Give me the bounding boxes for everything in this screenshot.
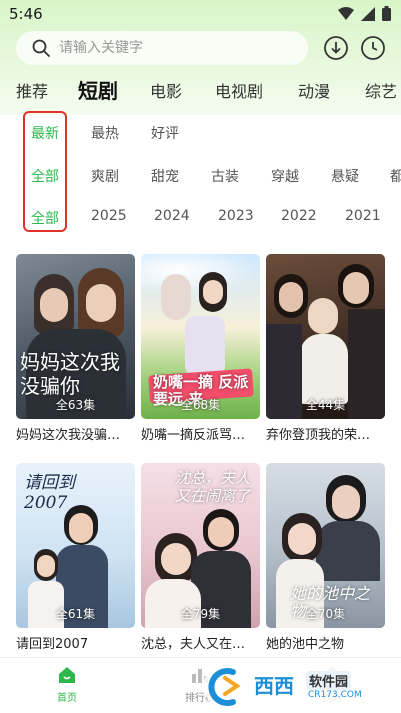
- search-input[interactable]: [59, 40, 289, 56]
- year-chip-2023[interactable]: 2023: [218, 208, 254, 224]
- card-title: 她的池中之物: [266, 637, 345, 652]
- year-chip-all[interactable]: 全部: [31, 208, 59, 228]
- signal-icon: [361, 6, 375, 21]
- search-box[interactable]: [16, 31, 308, 65]
- episode-count: 全61集: [55, 607, 96, 621]
- drama-card[interactable]: 全44集 弃你登顶我的荣…: [266, 254, 385, 443]
- category-tabs: 推荐 短剧 电影 电视剧 动漫 综艺: [0, 72, 401, 108]
- tab-variety[interactable]: 综艺: [365, 78, 397, 102]
- poster-image: 沈总，夫人又在闹离了 全79集: [141, 463, 260, 628]
- site-watermark-logo: [203, 666, 393, 706]
- genre-chip-costume[interactable]: 古装: [211, 166, 239, 186]
- sort-chip-hottest[interactable]: 最热: [91, 123, 119, 143]
- genre-chip-all[interactable]: 全部: [31, 166, 59, 186]
- genre-chip-urban[interactable]: 都: [390, 166, 401, 186]
- poster-image: 奶嘴一摘 反派要远 来 全68集: [141, 254, 260, 419]
- poster-image: 她的池中之物 全70集: [266, 463, 385, 628]
- history-clock-icon[interactable]: [360, 35, 386, 61]
- tab-tv-series[interactable]: 电视剧: [215, 78, 263, 102]
- download-icon[interactable]: [323, 35, 349, 61]
- poster-title-text: 沈总，夫人又在闹离了: [175, 469, 251, 505]
- year-filter-row: 全部 2025 2024 2023 2022 2021: [0, 200, 401, 236]
- watermark-brand: 西西: [254, 674, 294, 698]
- year-chip-2024[interactable]: 2024: [154, 208, 190, 224]
- drama-card[interactable]: 请回到2007 全61集 请回到2007: [16, 463, 135, 652]
- genre-chip-suspense[interactable]: 悬疑: [331, 166, 359, 186]
- drama-card[interactable]: 妈妈这次我没骗你 全63集 妈妈这次我没骗…: [16, 254, 135, 443]
- sort-chip-best-rated[interactable]: 好评: [151, 123, 179, 143]
- drama-card[interactable]: 沈总，夫人又在闹离了 全79集 沈总，夫人又在…: [141, 463, 260, 652]
- wifi-icon: [338, 6, 354, 20]
- tab-short-drama[interactable]: 短剧: [78, 75, 118, 104]
- drama-card[interactable]: 她的池中之物 全70集 她的池中之物: [266, 463, 385, 652]
- poster-title-text: 请回到2007: [24, 473, 75, 513]
- nav-home-label: 首页: [57, 693, 77, 704]
- sort-filter-row: 最新 最热 好评: [0, 115, 401, 151]
- poster-title-text: 妈妈这次我没骗你: [20, 350, 120, 398]
- year-chip-2025[interactable]: 2025: [91, 208, 127, 224]
- watermark-site: CR173.COM: [308, 690, 362, 700]
- genre-filter-row: 全部 爽剧 甜宠 古装 穿越 悬疑 都: [0, 158, 401, 194]
- drama-card[interactable]: 奶嘴一摘 反派要远 来 全68集 奶嘴一摘反派骂…: [141, 254, 260, 443]
- nav-home[interactable]: 首页: [37, 664, 97, 704]
- card-title: 奶嘴一摘反派骂…: [141, 428, 246, 443]
- episode-count: 全70集: [305, 607, 346, 621]
- genre-chip-romance[interactable]: 甜宠: [151, 166, 179, 186]
- tab-anime[interactable]: 动漫: [298, 78, 330, 102]
- episode-count: 全44集: [305, 398, 346, 412]
- watermark-sub: 软件园: [306, 671, 352, 690]
- year-chip-2022[interactable]: 2022: [281, 208, 317, 224]
- poster-image: 妈妈这次我没骗你 全63集: [16, 254, 135, 419]
- status-bar: 5:46: [0, 0, 401, 28]
- tab-movies[interactable]: 电影: [150, 78, 182, 102]
- genre-chip-thrill[interactable]: 爽剧: [91, 166, 119, 186]
- status-icons: [338, 6, 391, 21]
- tab-recommend[interactable]: 推荐: [16, 78, 48, 102]
- card-title: 弃你登顶我的荣…: [266, 428, 371, 443]
- search-row: [0, 31, 401, 67]
- episode-count: 全79集: [180, 607, 221, 621]
- battery-icon: [382, 6, 391, 21]
- genre-chip-time-travel[interactable]: 穿越: [271, 166, 299, 186]
- episode-count: 全63集: [55, 398, 96, 412]
- card-title: 沈总，夫人又在…: [141, 637, 246, 652]
- poster-image: 请回到2007 全61集: [16, 463, 135, 628]
- home-icon: [59, 667, 75, 683]
- year-chip-2021[interactable]: 2021: [345, 208, 381, 224]
- search-icon: [32, 39, 50, 57]
- card-title: 妈妈这次我没骗…: [16, 428, 121, 443]
- card-title: 请回到2007: [16, 637, 89, 652]
- sort-chip-newest[interactable]: 最新: [31, 123, 59, 143]
- poster-image: 全44集: [266, 254, 385, 419]
- status-time: 5:46: [9, 5, 43, 23]
- episode-count: 全68集: [180, 398, 221, 412]
